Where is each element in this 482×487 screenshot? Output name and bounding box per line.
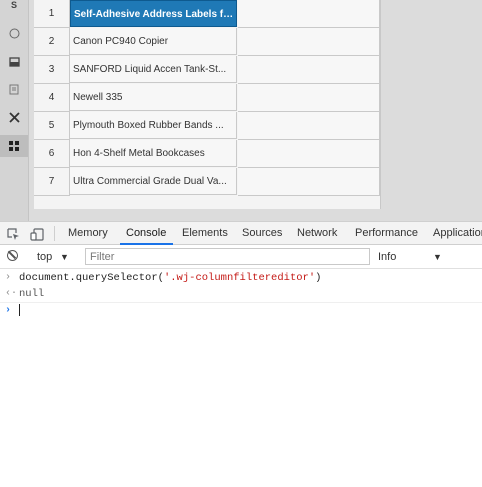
table-row[interactable]: 7 Ultra Commercial Grade Dual Va... <box>34 168 380 196</box>
document-icon[interactable] <box>0 78 28 100</box>
command-argument: '.wj-columnfiltereditor' <box>163 272 316 284</box>
table-row[interactable]: 6 Hon 4-Shelf Metal Bookcases <box>34 140 380 168</box>
command-prefix: document.querySelector( <box>19 272 164 284</box>
tab-memory[interactable]: Memory <box>68 222 108 245</box>
toolbar-divider <box>54 226 55 241</box>
context-selector[interactable]: top <box>37 245 52 269</box>
clear-console-icon[interactable] <box>7 250 18 261</box>
empty-cell[interactable] <box>238 84 380 112</box>
row-number[interactable]: 3 <box>34 56 70 84</box>
product-name-cell[interactable]: Ultra Commercial Grade Dual Va... <box>70 168 237 195</box>
product-name-cell[interactable]: Self-Adhesive Address Labels for... <box>70 0 237 27</box>
console-prompt[interactable]: › <box>0 303 482 319</box>
result-arrow-icon: ‹· <box>5 288 18 299</box>
tab-application[interactable]: Application <box>433 222 482 245</box>
data-grid: 1 Self-Adhesive Address Labels for... 2 Can… <box>34 0 381 209</box>
product-name-cell[interactable]: Newell 335 <box>70 84 237 111</box>
tab-performance[interactable]: Performance <box>355 222 418 245</box>
console-toolbar: top ▼ Info ▼ <box>0 245 482 269</box>
devtools-panel: Memory Console Elements Sources Network Perfo… <box>0 221 482 487</box>
tab-network[interactable]: Network <box>297 222 337 245</box>
filter-input[interactable] <box>85 248 370 265</box>
left-rail: S <box>0 0 29 221</box>
rail-letter: S <box>10 0 17 10</box>
tab-elements[interactable]: Elements <box>182 222 228 245</box>
tab-console[interactable]: Console <box>126 222 166 245</box>
row-number[interactable]: 4 <box>34 84 70 112</box>
product-name-cell[interactable]: Canon PC940 Copier <box>70 28 237 55</box>
empty-cell[interactable] <box>238 0 380 28</box>
row-number[interactable]: 6 <box>34 140 70 168</box>
console-output[interactable]: › document.querySelector('.wj-columnfilte… <box>0 270 482 319</box>
product-name-cell[interactable]: Plymouth Boxed Rubber Bands ... <box>70 112 237 139</box>
row-number[interactable]: 7 <box>34 168 70 196</box>
inspect-element-icon[interactable] <box>5 226 21 242</box>
table-row[interactable]: 5 Plymouth Boxed Rubber Bands ... <box>34 112 380 140</box>
page-area: S 1 Self-Adhesive Address Labels for... 2 C… <box>0 0 482 221</box>
context-caret-icon[interactable]: ▼ <box>60 245 69 269</box>
device-toggle-icon[interactable] <box>29 226 45 242</box>
empty-cell[interactable] <box>238 140 380 168</box>
console-result-line: ‹· null <box>0 286 482 303</box>
table-row-partial <box>34 196 380 209</box>
empty-cell[interactable] <box>238 56 380 84</box>
compass-icon[interactable] <box>0 22 28 44</box>
inbox-icon[interactable] <box>0 51 28 73</box>
empty-cell[interactable] <box>238 28 380 56</box>
empty-cell[interactable] <box>238 168 380 196</box>
grid-icon[interactable] <box>0 135 28 157</box>
product-name-cell[interactable]: SANFORD Liquid Accen Tank-St... <box>70 56 237 83</box>
command-suffix: ) <box>315 272 322 284</box>
text-caret <box>19 304 20 317</box>
tools-icon[interactable] <box>0 106 28 128</box>
log-level-selector[interactable]: Info <box>378 245 396 269</box>
empty-cell[interactable] <box>238 112 380 140</box>
table-row[interactable]: 4 Newell 335 <box>34 84 380 112</box>
tab-sources[interactable]: Sources <box>242 222 282 245</box>
devtools-tabbar: Memory Console Elements Sources Network Perfo… <box>0 221 482 245</box>
command-chevron-icon: › <box>5 272 12 283</box>
table-row[interactable]: 1 Self-Adhesive Address Labels for... <box>34 0 380 28</box>
product-name-cell[interactable]: Hon 4-Shelf Metal Bookcases <box>70 140 237 167</box>
row-number[interactable]: 5 <box>34 112 70 140</box>
table-row[interactable]: 2 Canon PC940 Copier <box>34 28 380 56</box>
row-number[interactable]: 2 <box>34 28 70 56</box>
table-row[interactable]: 3 SANFORD Liquid Accen Tank-St... <box>34 56 380 84</box>
log-level-caret-icon[interactable]: ▼ <box>433 245 442 269</box>
prompt-chevron-icon: › <box>5 305 12 316</box>
result-value: null <box>19 288 45 300</box>
row-number[interactable]: 1 <box>34 0 70 28</box>
console-command-line: › document.querySelector('.wj-columnfilte… <box>0 270 482 286</box>
